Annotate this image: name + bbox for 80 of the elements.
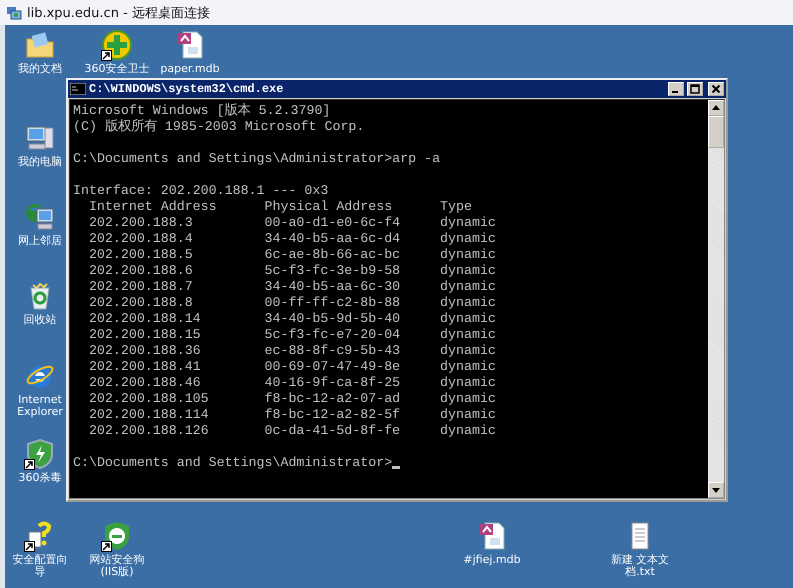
maximize-icon [689,84,701,94]
console-line: C:\Documents and Settings\Administrator>arp -a [73,151,442,167]
table-cell-text: 202.200.188.36 [88,343,202,359]
console-line: Interface: 202.200.188.1 --- 0x3 [73,183,330,199]
console-title: C:\WINDOWS\system32\cmd.exe [89,82,284,96]
table-cell-text: 202.200.188.14 [88,311,202,327]
table-cell-text: dynamic [440,359,497,375]
console-icon [70,83,86,95]
table-cell-text: 0c-da-41-5d-8f-fe [264,423,402,439]
icon-label: 我的文档 [18,63,62,75]
column-header: Physical Address [264,199,394,215]
table-cell-text: dynamic [440,295,497,311]
icon-label: 网上邻居 [18,235,62,247]
close-icon [710,84,722,94]
scrollbar[interactable] [708,100,724,498]
table-cell-text: dynamic [440,407,497,423]
table-cell-text: dynamic [440,327,497,343]
table-cell-text: dynamic [440,311,497,327]
table-cell-text: 202.200.188.3 [88,215,194,231]
console-line: (C) 版权所有 1985-2003 Microsoft Corp. [73,119,366,135]
table-cell-text: 202.200.188.7 [88,279,194,295]
table-cell-text: 202.200.188.126 [88,423,210,439]
table-cell-text: 5c-f3-fc-e7-20-04 [264,327,402,343]
icon-label: 360杀毒 [18,472,62,484]
table-cell-text: 202.200.188.8 [88,295,194,311]
table-cell-text: dynamic [440,391,497,407]
scroll-up-button[interactable] [708,100,724,116]
console-prompt: C:\Documents and Settings\Administrator> [73,455,392,471]
table-cell-text: ec-88-8f-c9-5b-43 [264,343,402,359]
icon-label: 回收站 [24,314,56,326]
icon-label: 网站安全狗(IIS版) [88,554,146,578]
table-cell-text: 34-40-b5-aa-6c-d4 [264,231,402,247]
table-cell-text: 6c-ae-8b-66-ac-bc [264,247,402,263]
table-cell-text: 00-ff-ff-c2-8b-88 [264,295,402,311]
table-cell-text: 202.200.188.105 [88,391,210,407]
table-cell-text: 202.200.188.46 [88,375,202,391]
table-cell-text: 5c-f3-fc-3e-b9-58 [264,263,402,279]
column-header: Internet Address [88,199,218,215]
shield-icon[interactable] [24,438,56,470]
table-cell-text: f8-bc-12-a2-07-ad [264,391,402,407]
minimize-icon [672,91,678,93]
table-cell-text: 34-40-b5-9d-5b-40 [264,311,402,327]
table-cell-text: dynamic [440,231,497,247]
table-cell-text: dynamic [440,215,497,231]
table-cell-text: dynamic [440,279,497,295]
table-cell-text: 34-40-b5-aa-6c-30 [264,279,402,295]
console-line: Microsoft Windows [版本 5.2.3790] [73,103,332,119]
table-cell-text: 00-69-07-47-49-8e [264,359,402,375]
icon-label: #jfiej.mdb [463,554,521,566]
down-arrow-icon [711,485,721,495]
icon-label: 安全配置向导 [12,554,68,578]
table-cell-text: dynamic [440,375,497,391]
close-button[interactable] [708,82,724,96]
table-cell-text: dynamic [440,423,497,439]
table-cell-text: 00-a0-d1-e0-6c-f4 [264,215,402,231]
icon-label: 我的电脑 [18,156,62,168]
table-cell-text: 202.200.188.15 [88,327,202,343]
table-cell-text: 202.200.188.5 [88,247,194,263]
up-arrow-icon [711,103,721,113]
minimize-button[interactable] [668,82,684,96]
icon-label: 360安全卫士 [84,63,150,75]
table-cell-text: 202.200.188.114 [88,407,210,423]
scroll-down-button[interactable] [708,482,724,498]
icon-label: Internet Explorer [16,394,64,418]
plus-circle-icon[interactable] [101,29,133,61]
remote-desktop-icon [6,4,22,20]
table-cell-text: 202.200.188.6 [88,263,194,279]
table-cell-text: 202.200.188.4 [88,231,194,247]
table-cell-text: f8-bc-12-a2-82-5f [264,407,402,423]
table-cell-text: dynamic [440,263,497,279]
table-cell-text: dynamic [440,343,497,359]
maximize-button[interactable] [687,82,703,96]
window-title: lib.xpu.edu.cn - 远程桌面连接 [27,4,210,22]
column-header: Type [440,199,473,215]
icon-label: paper.mdb [160,63,220,75]
table-cell-text: dynamic [440,247,497,263]
scroll-thumb[interactable] [708,116,724,148]
table-cell-text: 40-16-9f-ca-8f-25 [264,375,402,391]
table-cell-text: 202.200.188.41 [88,359,202,375]
icon-label: 新建 文本文档.txt [610,554,670,578]
